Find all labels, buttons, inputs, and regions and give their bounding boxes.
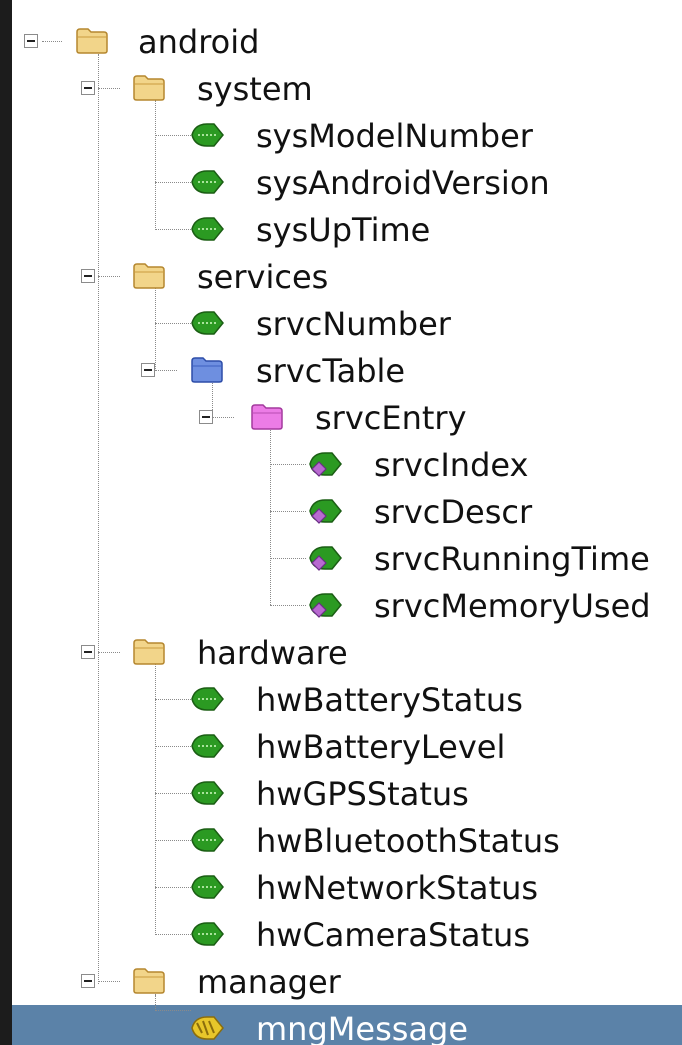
leaf-icon	[191, 734, 224, 758]
tree-leaf-label: srvcRunningTime	[374, 540, 650, 578]
tree-leaf-label: hwCameraStatus	[256, 916, 530, 954]
tree-leaf-srvcNumber[interactable]: srvcNumber	[12, 300, 682, 347]
table-folder-icon	[191, 357, 223, 383]
folder-icon	[133, 75, 165, 101]
collapse-minus-icon[interactable]	[81, 645, 95, 659]
tree-leaf-label: hwBatteryStatus	[256, 681, 523, 719]
leaf-icon	[191, 875, 224, 899]
tree-node-system[interactable]: system	[12, 65, 682, 112]
entry-folder-icon	[251, 404, 283, 430]
tree-leaf-label: srvcMemoryUsed	[374, 587, 651, 625]
tree-node-hardware[interactable]: hardware	[12, 629, 682, 676]
tree-leaf-srvcMemoryUsed[interactable]: srvcMemoryUsed	[12, 582, 682, 629]
folder-icon	[133, 968, 165, 994]
leaf-icon	[191, 922, 224, 946]
tree-leaf-label: sysUpTime	[256, 211, 431, 249]
tree-leaf-label: sysModelNumber	[256, 117, 533, 155]
collapse-minus-icon[interactable]	[24, 34, 38, 48]
column-leaf-icon	[309, 452, 342, 477]
tree-leaf-label: srvcDescr	[374, 493, 533, 531]
tree-leaf-label: srvcNumber	[256, 305, 451, 343]
notification-leaf-icon	[191, 1016, 224, 1040]
folder-icon	[133, 263, 165, 289]
tree-leaf-srvcDescr[interactable]: srvcDescr	[12, 488, 682, 535]
collapse-minus-icon[interactable]	[81, 81, 95, 95]
tree-leaf-hwBluetoothStatus[interactable]: hwBluetoothStatus	[12, 817, 682, 864]
tree-node-android[interactable]: android	[12, 18, 682, 65]
tree-leaf-hwBatteryStatus[interactable]: hwBatteryStatus	[12, 676, 682, 723]
tree-node-label: srvcTable	[256, 352, 406, 390]
tree-leaf-hwGPSStatus[interactable]: hwGPSStatus	[12, 770, 682, 817]
tree-leaf-label: hwNetworkStatus	[256, 869, 539, 907]
collapse-minus-icon[interactable]	[199, 410, 213, 424]
mib-tree[interactable]: android system sysModelNumber sysAndroid…	[12, 0, 682, 1045]
tree-node-label: services	[197, 258, 329, 296]
tree-node-services[interactable]: services	[12, 253, 682, 300]
tree-leaf-sysAndroidVersion[interactable]: sysAndroidVersion	[12, 159, 682, 206]
tree-leaf-sysModelNumber[interactable]: sysModelNumber	[12, 112, 682, 159]
folder-icon	[76, 28, 108, 54]
leaf-icon	[191, 123, 224, 147]
tree-leaf-sysUpTime[interactable]: sysUpTime	[12, 206, 682, 253]
collapse-minus-icon[interactable]	[141, 363, 155, 377]
tree-node-srvcEntry[interactable]: srvcEntry	[12, 394, 682, 441]
tree-node-label: android	[138, 23, 260, 61]
tree-leaf-label: mngMessage	[256, 1010, 469, 1045]
tree-node-label: srvcEntry	[315, 399, 467, 437]
collapse-minus-icon[interactable]	[81, 269, 95, 283]
tree-line	[155, 1010, 191, 1011]
tree-line	[155, 995, 156, 1011]
leaf-icon	[191, 828, 224, 852]
leaf-icon	[191, 170, 224, 194]
column-leaf-icon	[309, 593, 342, 618]
tree-leaf-label: srvcIndex	[374, 446, 529, 484]
leaf-icon	[191, 687, 224, 711]
tree-node-label: system	[197, 70, 313, 108]
tree-leaf-mngMessage[interactable]: mngMessage	[12, 995, 682, 1045]
column-leaf-icon	[309, 499, 342, 524]
column-leaf-icon	[309, 546, 342, 571]
tree-leaf-label: hwBluetoothStatus	[256, 822, 560, 860]
tree-node-manager[interactable]: manager	[12, 958, 682, 1005]
leaf-icon	[191, 781, 224, 805]
tree-leaf-label: sysAndroidVersion	[256, 164, 550, 202]
folder-icon	[133, 639, 165, 665]
tree-node-label: manager	[197, 963, 341, 1001]
leaf-icon	[191, 311, 224, 335]
tree-node-label: hardware	[197, 634, 348, 672]
tree-leaf-label: hwBatteryLevel	[256, 728, 506, 766]
tree-leaf-srvcIndex[interactable]: srvcIndex	[12, 441, 682, 488]
tree-leaf-label: hwGPSStatus	[256, 775, 469, 813]
tree-node-srvcTable[interactable]: srvcTable	[12, 347, 682, 394]
tree-leaf-hwNetworkStatus[interactable]: hwNetworkStatus	[12, 864, 682, 911]
leaf-icon	[191, 217, 224, 241]
collapse-minus-icon[interactable]	[81, 974, 95, 988]
tree-leaf-srvcRunningTime[interactable]: srvcRunningTime	[12, 535, 682, 582]
tree-leaf-hwCameraStatus[interactable]: hwCameraStatus	[12, 911, 682, 958]
tree-leaf-hwBatteryLevel[interactable]: hwBatteryLevel	[12, 723, 682, 770]
